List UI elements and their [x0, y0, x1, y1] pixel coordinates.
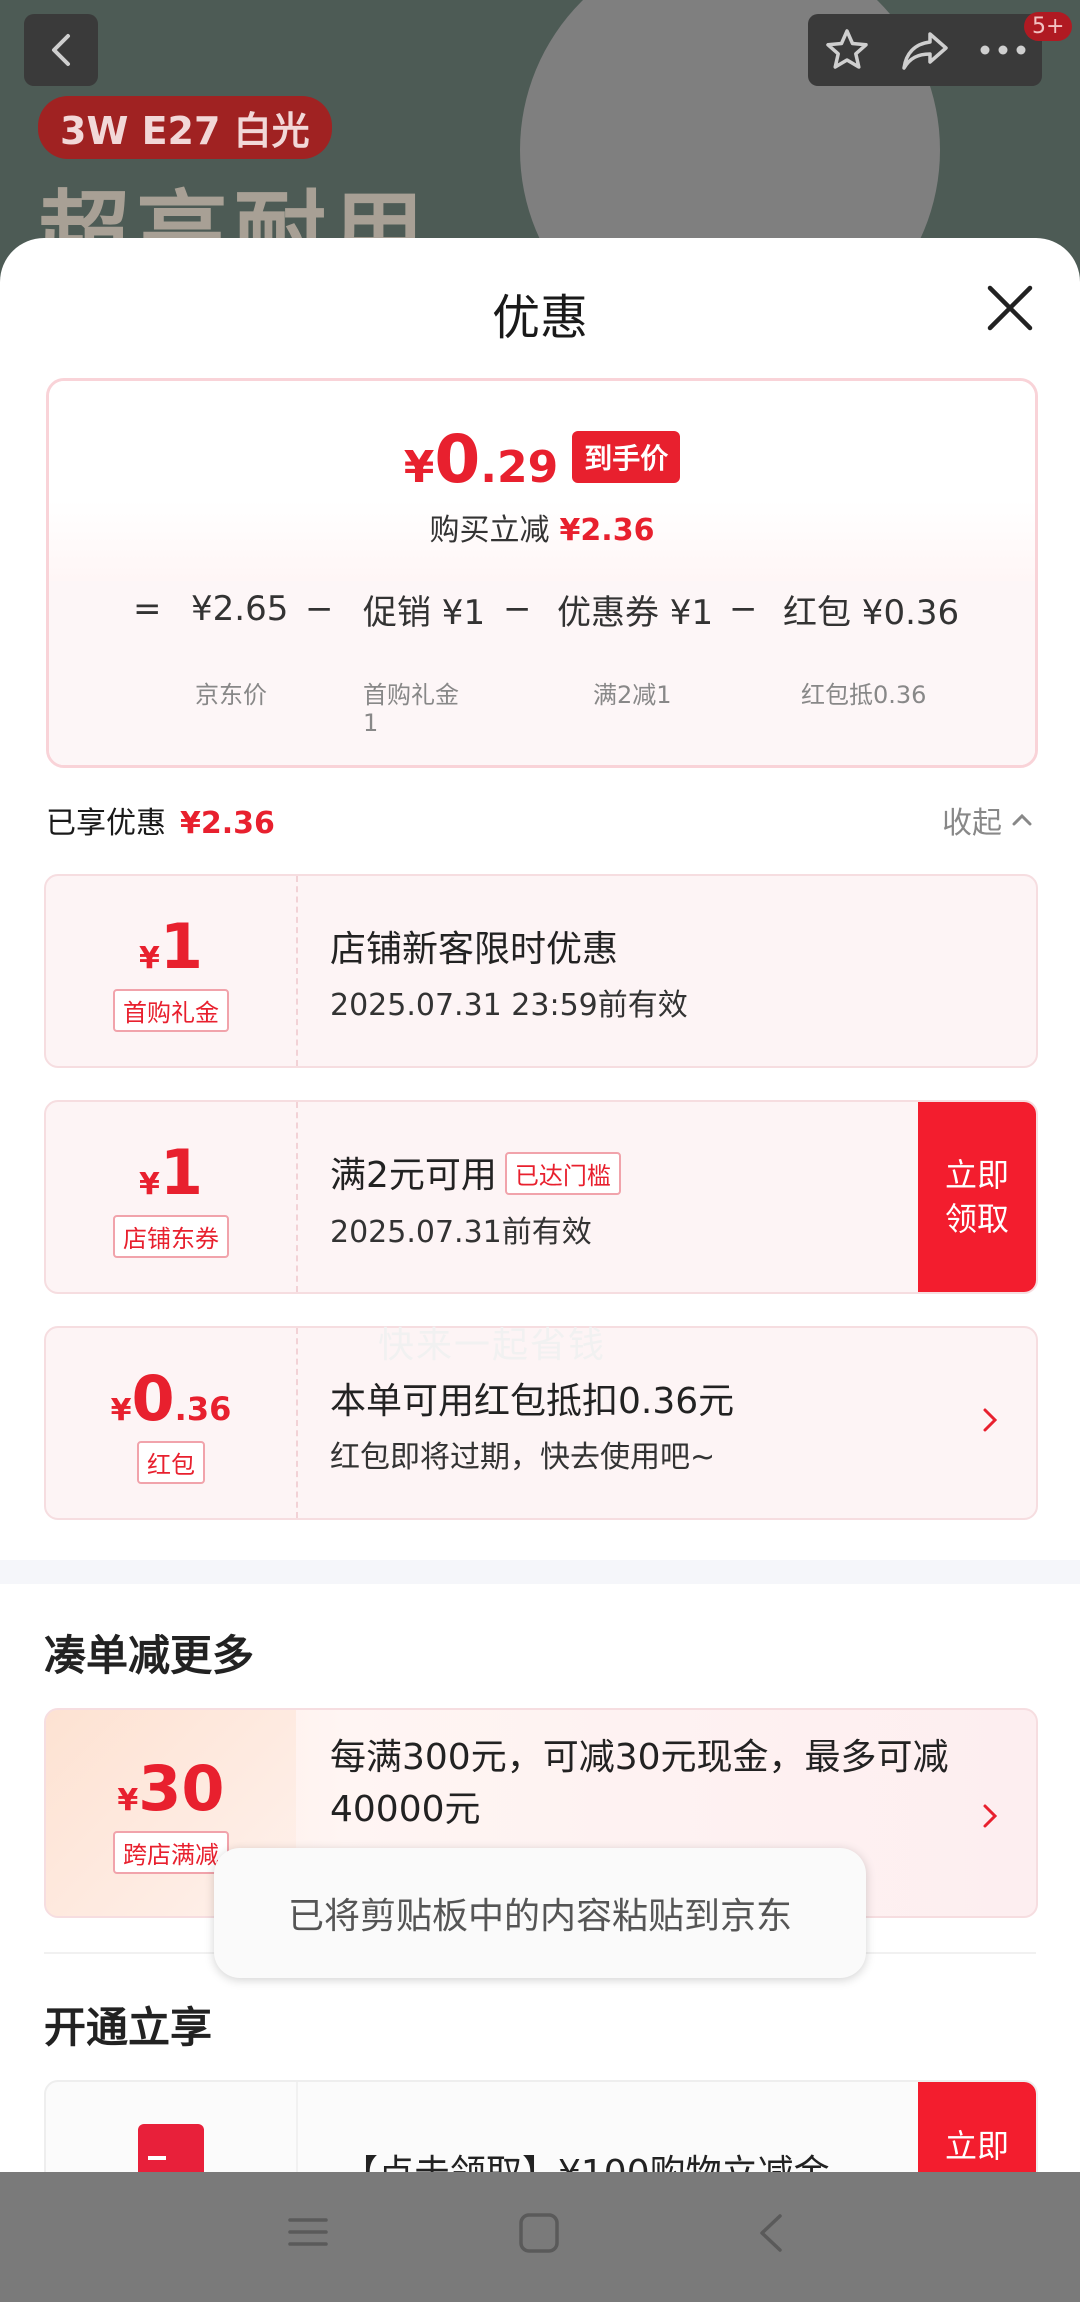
card-icon — [138, 2124, 204, 2174]
final-price-card: ¥ 0 .29 到手价 购买立减 ¥2.36 = ¥2.65 − 促销 ¥1 − … — [46, 378, 1038, 768]
reduction-value: ¥2.36 — [559, 513, 655, 548]
section-title-more: 凑单减更多 — [44, 1631, 255, 1680]
coupon-title: 满2元可用 已达门槛 — [330, 1146, 621, 1199]
promo-label-line2: 1 — [363, 709, 379, 737]
share-icon[interactable] — [900, 28, 950, 72]
coupon-value: ¥1 — [139, 910, 203, 983]
watermark-text: 快来一起省钱 — [378, 1325, 607, 1366]
reduction-label: 购买立减 — [429, 513, 550, 548]
coupon-type-tag: 店铺东券 — [113, 1215, 229, 1258]
sheet-title: 优惠 — [491, 290, 588, 346]
price-currency: ¥ — [403, 442, 435, 493]
price-decimal: .29 — [480, 442, 559, 493]
banner-spec-tag: 3W E27 白光 — [38, 96, 332, 159]
star-icon[interactable] — [823, 26, 871, 74]
price-integer: 0 — [434, 421, 481, 498]
top-actions — [808, 14, 1042, 86]
promo-value: ¥30 — [117, 1752, 224, 1825]
claim-button-label: 立即 — [944, 2127, 1009, 2165]
coupon-title: 本单可用红包抵扣0.36元 — [330, 1381, 735, 1422]
coupon-amount-block: ¥1 店铺东券 — [46, 1102, 298, 1292]
message-count-badge: 5+ — [1024, 12, 1073, 41]
instant-reduction: 购买立减 ¥2.36 — [49, 505, 1035, 549]
coupon-card: ¥1 店铺东券 满2元可用 已达门槛 2025.07.31前有效 立即领取 — [44, 1100, 1038, 1294]
coupon-value: ¥1 — [139, 1136, 203, 1209]
minus-sign: − — [305, 589, 334, 629]
promo-label: 首购礼金 — [363, 681, 459, 709]
coupon-expiry: 2025.07.31前有效 — [330, 1214, 592, 1250]
section-divider — [0, 1560, 1080, 1584]
clipboard-toast: 已将剪贴板中的内容粘贴到京东 — [214, 1848, 866, 1978]
coupon-currency: ¥ — [138, 1167, 160, 1202]
member-icon-block — [46, 2082, 298, 2174]
coupon-number: 0 — [131, 1362, 175, 1435]
coupon-type-tag: 红包 — [137, 1441, 205, 1484]
coupon-title: 店铺新客限时优惠 — [330, 929, 619, 970]
claim-member-button[interactable]: 立即 — [918, 2082, 1036, 2174]
coupon-amount: 优惠券 ¥1 — [557, 592, 714, 633]
member-offer-text: 【点击领取】¥100购物立减金 — [342, 2153, 830, 2174]
discount-sheet: 优惠 ¥ 0 .29 到手价 购买立减 ¥2.36 = ¥2.65 − 促销 ¥1… — [0, 238, 1080, 2174]
system-nav-bar — [0, 2172, 1080, 2302]
equals-sign: = — [133, 589, 162, 629]
coupon-condition: 满2元可用 — [330, 1155, 497, 1196]
chevron-up-icon — [1012, 813, 1032, 826]
coupon-currency: ¥ — [110, 1393, 132, 1428]
enjoyed-value: ¥2.36 — [180, 806, 275, 841]
base-price-label: 京东价 — [195, 681, 267, 709]
coupon-info: 店铺新客限时优惠 2025.07.31 23:59前有效 — [330, 920, 688, 1024]
chevron-right-icon — [983, 1408, 998, 1432]
price-summary: ¥ 0 .29 到手价 购买立减 ¥2.36 — [49, 381, 1035, 581]
price-breakdown: = ¥2.65 − 促销 ¥1 − 优惠券 ¥1 − 红包 ¥0.36 京东价 … — [49, 581, 1035, 765]
coupon-currency: ¥ — [138, 941, 160, 976]
arrival-price-tag: 到手价 — [572, 431, 681, 483]
coupon-type-tag: 首购礼金 — [113, 989, 229, 1032]
claim-button-label: 立即领取 — [944, 1156, 1009, 1238]
minus-sign: − — [729, 589, 758, 629]
minus-sign: − — [503, 589, 532, 629]
coupon-number: 1 — [159, 910, 203, 983]
promo-amount: 促销 ¥1 — [363, 592, 486, 633]
coupon-expiry: 2025.07.31 23:59前有效 — [330, 988, 688, 1023]
enjoyed-discount-row: 已享优惠 ¥2.36 收起 — [46, 798, 1036, 842]
collapse-label: 收起 — [942, 806, 1002, 841]
coupon-label: 满2减1 — [593, 681, 672, 709]
promo-number: 30 — [138, 1752, 225, 1825]
close-icon[interactable] — [982, 280, 1038, 336]
promo-type-tag: 跨店满减 — [113, 1831, 229, 1874]
claim-coupon-button[interactable]: 立即领取 — [918, 1102, 1036, 1292]
chevron-left-icon — [52, 34, 70, 66]
base-price: ¥2.65 — [191, 589, 289, 629]
home-icon[interactable] — [518, 2212, 560, 2254]
section-title-member: 开通立享 — [44, 2003, 213, 2052]
final-price: ¥ 0 .29 到手价 — [49, 421, 1035, 498]
promo-description: 每满300元，可减30元现金，最多可减40000元 — [330, 1737, 949, 1830]
coupon-amount-block: ¥1 首购礼金 — [46, 876, 298, 1066]
back-nav-icon[interactable] — [756, 2212, 786, 2254]
coupon-number: 1 — [159, 1136, 203, 1209]
back-button[interactable] — [24, 14, 98, 86]
promo-currency: ¥ — [117, 1783, 139, 1818]
enjoyed-label: 已享优惠 — [46, 806, 166, 841]
menu-icon[interactable] — [288, 2212, 328, 2252]
collapse-toggle[interactable]: 收起 — [942, 798, 1036, 842]
coupon-card[interactable]: ¥1 首购礼金 店铺新客限时优惠 2025.07.31 23:59前有效 — [44, 874, 1038, 1068]
coupon-value: ¥0.36 — [111, 1362, 232, 1435]
more-icon[interactable] — [979, 44, 1027, 56]
redpacket-label: 红包抵0.36 — [801, 681, 927, 709]
coupon-info: 满2元可用 已达门槛 2025.07.31前有效 — [330, 1146, 621, 1251]
redpacket-amount: 红包 ¥0.36 — [783, 592, 960, 633]
coupon-amount-block: ¥0.36 红包 — [46, 1328, 298, 1518]
threshold-reached-badge: 已达门槛 — [504, 1151, 621, 1195]
coupon-note: 红包即将过期，快去使用吧~ — [330, 1440, 716, 1475]
coupon-info: 本单可用红包抵扣0.36元 红包即将过期，快去使用吧~ — [330, 1372, 734, 1476]
member-offer-card[interactable]: 【点击领取】¥100购物立减金 立即 — [44, 2080, 1038, 2174]
chevron-right-icon — [983, 1804, 998, 1828]
coupon-decimal: .36 — [174, 1390, 232, 1428]
